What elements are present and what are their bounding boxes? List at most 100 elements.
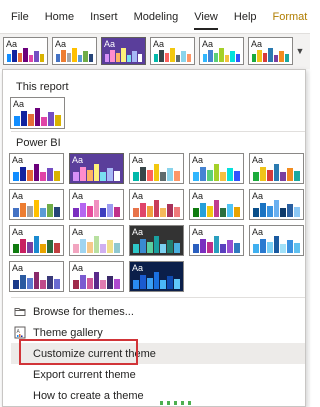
- theme-color-bars: [73, 164, 121, 181]
- customize-theme-item[interactable]: Customize current theme: [11, 343, 305, 364]
- theme-color-swatch: [266, 242, 273, 253]
- theme-thumbnail[interactable]: Aa: [189, 225, 244, 256]
- theme-color-swatch: [133, 280, 139, 289]
- theme-color-swatch: [133, 172, 139, 181]
- theme-thumbnail[interactable]: Aa: [101, 37, 146, 65]
- theme-color-swatch: [273, 236, 280, 253]
- theme-thumbnail[interactable]: Aa: [3, 37, 48, 65]
- how-to-create-theme-item[interactable]: How to create a theme: [11, 385, 305, 406]
- theme-color-swatch: [234, 243, 241, 253]
- theme-thumbnail[interactable]: Aa: [249, 189, 304, 220]
- theme-color-swatch: [213, 236, 220, 253]
- browse-themes-item[interactable]: Browse for themes...: [11, 301, 305, 322]
- theme-color-bars: [73, 236, 121, 253]
- theme-thumbnail[interactable]: Aa: [199, 37, 244, 65]
- theme-color-swatch: [252, 54, 257, 62]
- theme-thumbnail[interactable]: Aa: [129, 189, 184, 220]
- canvas-fragment: [167, 401, 170, 405]
- theme-color-swatch: [26, 206, 33, 217]
- tab-modeling[interactable]: Modeling: [126, 11, 187, 32]
- theme-thumbnail[interactable]: Aa: [10, 97, 65, 129]
- theme-color-swatch: [13, 208, 19, 217]
- theme-thumbnail[interactable]: Aa: [189, 189, 244, 220]
- theme-color-swatch: [19, 275, 26, 289]
- theme-thumbnail[interactable]: Aa: [150, 37, 195, 65]
- chevron-down-icon[interactable]: ▼: [293, 44, 307, 58]
- theme-color-swatch: [193, 172, 199, 181]
- theme-color-swatch: [23, 48, 28, 62]
- theme-thumbnail[interactable]: Aa: [189, 153, 244, 184]
- theme-thumbnail[interactable]: Aa: [129, 225, 184, 256]
- theme-color-swatch: [33, 272, 40, 289]
- theme-color-swatch: [66, 53, 72, 62]
- theme-color-swatch: [146, 278, 153, 289]
- theme-color-swatch: [100, 208, 107, 217]
- theme-color-swatch: [266, 170, 273, 181]
- theme-color-swatch: [287, 204, 294, 217]
- theme-color-swatch: [174, 279, 181, 289]
- theme-color-swatch: [86, 278, 93, 289]
- theme-color-swatch: [132, 51, 137, 62]
- theme-color-swatch: [234, 207, 241, 217]
- theme-color-swatch: [14, 116, 20, 126]
- theme-color-bars: [253, 236, 301, 253]
- theme-color-swatch: [79, 239, 86, 253]
- theme-thumbnail[interactable]: Aa: [129, 261, 184, 292]
- export-theme-item[interactable]: Export current theme: [11, 364, 305, 385]
- theme-thumbnail[interactable]: Aa: [9, 261, 64, 292]
- theme-color-swatch: [186, 54, 191, 62]
- theme-thumbnail[interactable]: Aa: [52, 37, 97, 65]
- theme-color-swatch: [93, 200, 100, 217]
- theme-gallery-item[interactable]: A Theme gallery: [11, 322, 305, 343]
- theme-color-swatch: [56, 54, 61, 62]
- theme-color-swatch: [55, 115, 62, 126]
- theme-thumbnail[interactable]: Aa: [69, 153, 124, 184]
- theme-thumbnail[interactable]: Aa: [69, 189, 124, 220]
- theme-color-bars: [193, 200, 241, 217]
- tab-help[interactable]: Help: [226, 11, 265, 32]
- theme-color-swatch: [26, 242, 33, 253]
- theme-color-bars: [73, 200, 121, 217]
- theme-color-swatch: [28, 55, 34, 62]
- theme-color-swatch: [266, 206, 273, 217]
- theme-color-bars: [7, 48, 44, 62]
- theme-thumbnail[interactable]: Aa: [249, 153, 304, 184]
- theme-color-swatch: [206, 170, 213, 181]
- theme-thumbnail[interactable]: Aa: [69, 225, 124, 256]
- tab-view[interactable]: View: [186, 11, 226, 32]
- theme-color-swatch: [47, 276, 54, 289]
- theme-color-swatch: [287, 240, 294, 253]
- tab-format[interactable]: Format: [265, 11, 316, 32]
- theme-color-swatch: [227, 240, 234, 253]
- theme-thumbnail[interactable]: Aa: [9, 189, 64, 220]
- theme-color-swatch: [86, 170, 93, 181]
- theme-thumbnail[interactable]: Aa: [129, 153, 184, 184]
- theme-color-swatch: [48, 112, 55, 126]
- theme-color-swatch: [79, 275, 86, 289]
- theme-thumbnail[interactable]: Aa: [249, 225, 304, 256]
- theme-color-swatch: [146, 206, 153, 217]
- tab-file[interactable]: File: [0, 11, 37, 32]
- theme-color-swatch: [160, 172, 167, 181]
- theme-color-bars: [253, 200, 301, 217]
- theme-color-swatch: [79, 167, 86, 181]
- theme-color-bars: [133, 236, 181, 253]
- theme-color-swatch: [294, 243, 301, 253]
- theme-color-swatch: [227, 168, 234, 181]
- theme-thumbnail[interactable]: Aa: [69, 261, 124, 292]
- theme-thumbnail[interactable]: Aa: [9, 225, 64, 256]
- theme-color-swatch: [139, 203, 146, 217]
- theme-color-swatch: [146, 170, 153, 181]
- section-divider: [11, 131, 305, 132]
- theme-color-swatch: [73, 172, 79, 181]
- theme-thumbnail[interactable]: Aa: [248, 37, 293, 65]
- theme-thumbnail[interactable]: Aa: [9, 153, 64, 184]
- tab-insert[interactable]: Insert: [82, 11, 126, 32]
- theme-color-swatch: [273, 200, 280, 217]
- theme-color-swatch: [153, 272, 160, 289]
- theme-color-bars: [13, 200, 61, 217]
- theme-color-swatch: [206, 206, 213, 217]
- theme-color-swatch: [54, 207, 61, 217]
- tab-home[interactable]: Home: [37, 11, 82, 32]
- theme-color-swatch: [77, 55, 83, 62]
